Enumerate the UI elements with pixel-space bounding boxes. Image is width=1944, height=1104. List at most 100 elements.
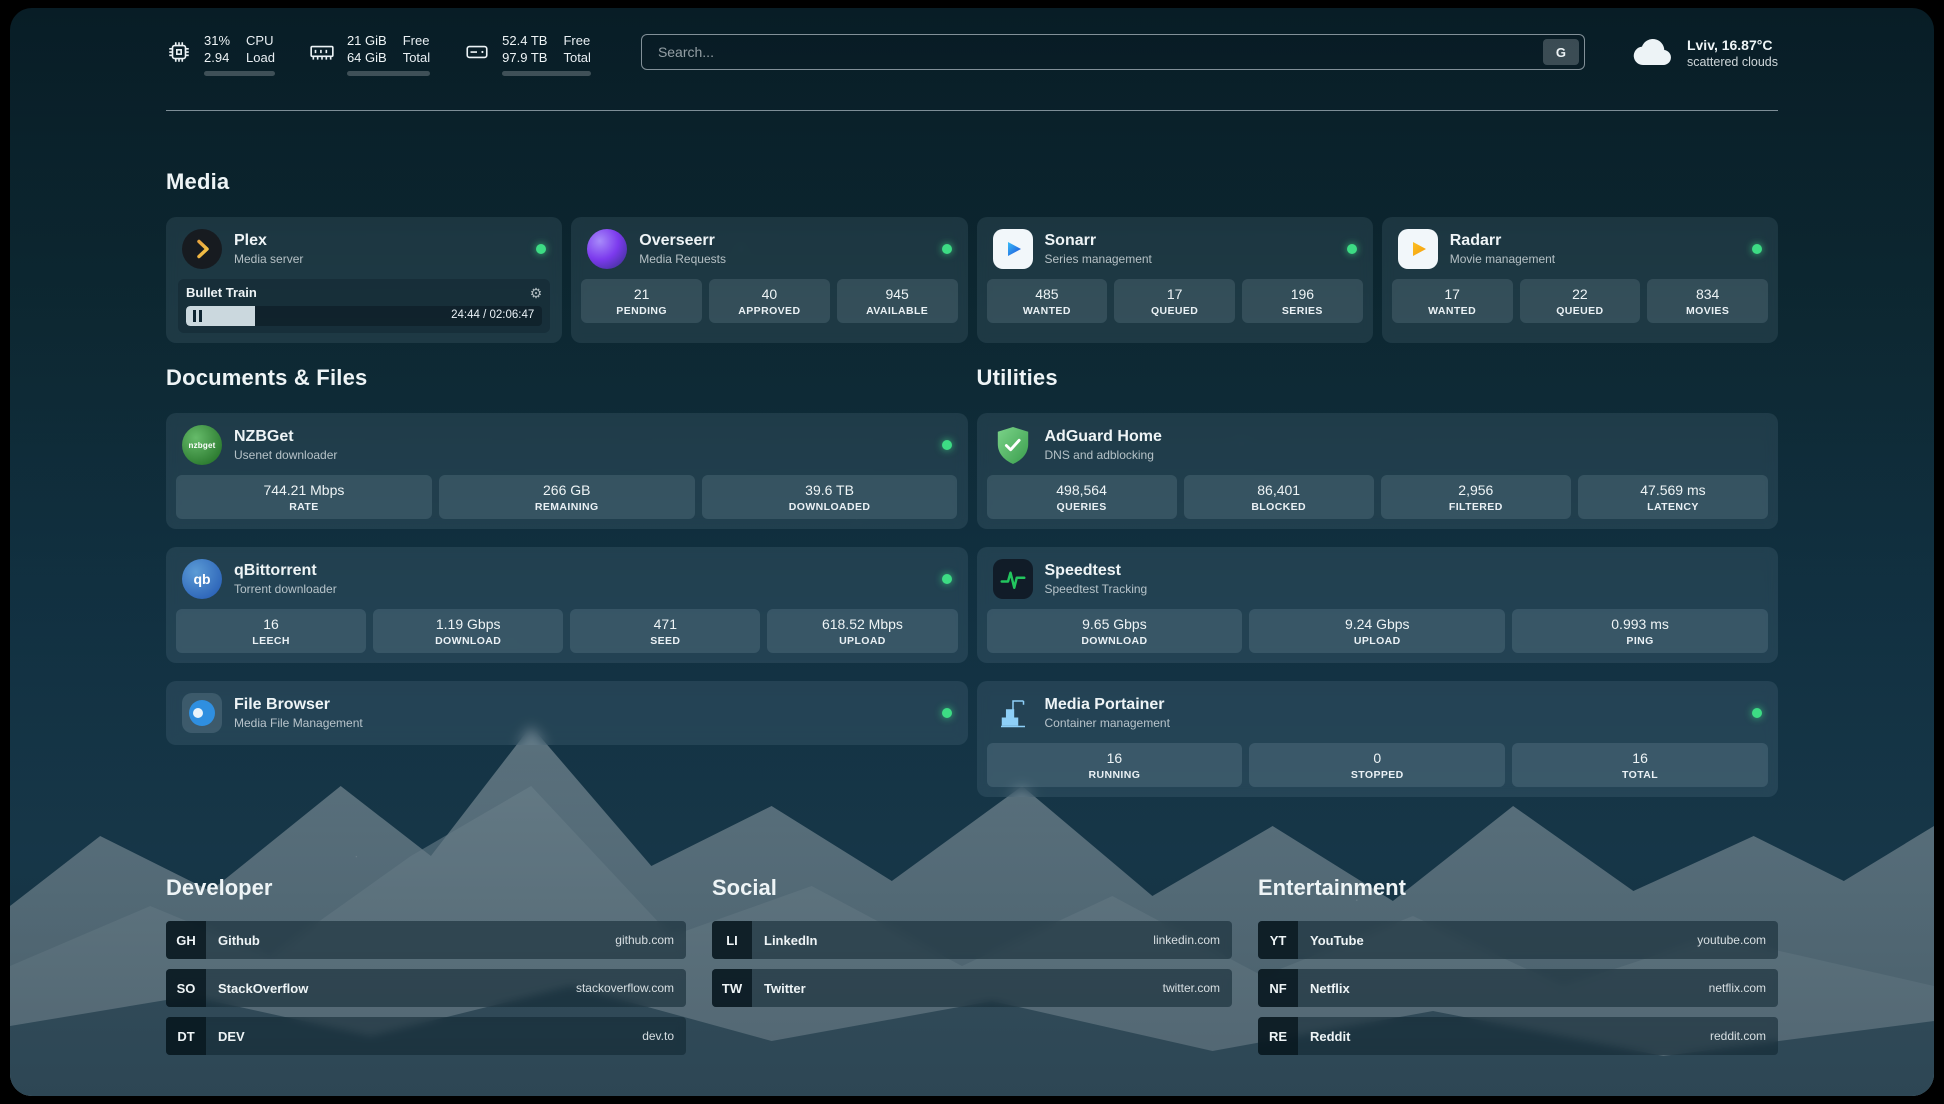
qbittorrent-stats: 16LEECH 1.19 GbpsDOWNLOAD 471SEED 618.52…	[166, 609, 968, 663]
sonarr-subtitle: Series management	[1045, 252, 1335, 267]
adguard-stats: 498,564QUERIES 86,401BLOCKED 2,956FILTER…	[977, 475, 1779, 529]
speedtest-icon	[993, 559, 1033, 599]
portainer-status-dot	[1752, 708, 1762, 718]
storage-total-value: 97.9 TB	[502, 50, 547, 66]
qbittorrent-icon: qb	[182, 559, 222, 599]
sonarr-icon	[993, 229, 1033, 269]
bookmark-linkedin[interactable]: LI LinkedIn linkedin.com	[712, 921, 1232, 959]
bookmark-dev[interactable]: DT DEV dev.to	[166, 1017, 686, 1055]
memory-free-value: 21 GiB	[347, 33, 387, 49]
portainer-stats: 16RUNNING 0STOPPED 16TOTAL	[977, 743, 1779, 797]
app-card-adguard[interactable]: AdGuard Home DNS and adblocking 498,564Q…	[977, 413, 1779, 529]
storage-icon	[464, 39, 490, 65]
filebrowser-subtitle: Media File Management	[234, 716, 930, 731]
plex-progress-bar[interactable]: 24:44 / 02:06:47	[186, 306, 542, 326]
stat-total: 16TOTAL	[1512, 743, 1768, 787]
app-card-sonarr[interactable]: Sonarr Series management 485WANTED 17QUE…	[977, 217, 1373, 343]
stat-latency: 47.569 msLATENCY	[1578, 475, 1768, 519]
cpu-load-label: Load	[246, 50, 275, 66]
stat-upload: 618.52 MbpsUPLOAD	[767, 609, 957, 653]
youtube-badge: YT	[1258, 921, 1298, 959]
nzbget-stats: 744.21 MbpsRATE 266 GBREMAINING 39.6 TBD…	[166, 475, 968, 529]
speedtest-stats: 9.65 GbpsDOWNLOAD 9.24 GbpsUPLOAD 0.993 …	[977, 609, 1779, 663]
app-card-qbittorrent[interactable]: qb qBittorrent Torrent downloader 16LEEC…	[166, 547, 968, 663]
app-card-nzbget[interactable]: nzbget NZBGet Usenet downloader 744.21 M…	[166, 413, 968, 529]
memory-widget: 21 GiB Free 64 GiB Total	[309, 33, 430, 76]
top-bar: 31% CPU 2.94 Load 21 GiB Free	[166, 30, 1778, 78]
weather-widget: Lviv, 16.87°C scattered clouds	[1631, 36, 1778, 70]
filebrowser-title: File Browser	[234, 695, 930, 715]
stat-seed: 471SEED	[570, 609, 760, 653]
gear-icon[interactable]: ⚙	[530, 286, 543, 300]
stat-wanted: 485WANTED	[987, 279, 1108, 323]
search-bar: G	[641, 34, 1585, 70]
nzbget-icon: nzbget	[182, 425, 222, 465]
stat-download: 9.65 GbpsDOWNLOAD	[987, 609, 1243, 653]
bookmark-netflix[interactable]: NF Netflix netflix.com	[1258, 969, 1778, 1007]
overseerr-stats: 21PENDING 40APPROVED 945AVAILABLE	[571, 279, 967, 333]
bookmark-group-social: Social LI LinkedIn linkedin.com TW Twitt…	[712, 875, 1232, 1065]
stat-approved: 40APPROVED	[709, 279, 830, 323]
stat-queued: 22QUEUED	[1520, 279, 1641, 323]
qbittorrent-subtitle: Torrent downloader	[234, 582, 930, 597]
section-title-documents: Documents & Files	[166, 365, 968, 391]
bookmark-group-developer: Developer GH Github github.com SO StackO…	[166, 875, 686, 1065]
speedtest-title: Speedtest	[1045, 561, 1763, 581]
speedtest-subtitle: Speedtest Tracking	[1045, 582, 1763, 597]
bookmark-reddit[interactable]: RE Reddit reddit.com	[1258, 1017, 1778, 1055]
qbittorrent-title: qBittorrent	[234, 561, 930, 581]
radarr-status-dot	[1752, 244, 1762, 254]
overseerr-subtitle: Media Requests	[639, 252, 929, 267]
memory-progress-track	[347, 71, 430, 76]
pause-icon[interactable]	[193, 310, 205, 322]
header-divider	[166, 110, 1778, 111]
bookmark-twitter[interactable]: TW Twitter twitter.com	[712, 969, 1232, 1007]
stat-movies: 834MOVIES	[1647, 279, 1768, 323]
section-documents: Documents & Files nzbget NZBGet Usenet d…	[166, 365, 968, 815]
section-title-developer: Developer	[166, 875, 686, 901]
stat-running: 16RUNNING	[987, 743, 1243, 787]
sonarr-title: Sonarr	[1045, 231, 1335, 251]
stat-downloaded: 39.6 TBDOWNLOADED	[702, 475, 958, 519]
overseerr-icon	[587, 229, 627, 269]
plex-now-playing: Bullet Train ⚙ 24:44 / 02:06:47	[178, 279, 550, 333]
app-card-radarr[interactable]: Radarr Movie management 17WANTED 22QUEUE…	[1382, 217, 1778, 343]
weather-location: Lviv, 16.87°C	[1687, 36, 1778, 54]
qbittorrent-status-dot	[942, 574, 952, 584]
stat-pending: 21PENDING	[581, 279, 702, 323]
stat-wanted: 17WANTED	[1392, 279, 1513, 323]
dev-badge: DT	[166, 1017, 206, 1055]
section-utilities: Utilities AdGuard	[977, 365, 1779, 815]
plex-icon	[182, 229, 222, 269]
nzbget-status-dot	[942, 440, 952, 450]
app-card-filebrowser[interactable]: File Browser Media File Management	[166, 681, 968, 745]
storage-free-label: Free	[563, 33, 590, 49]
app-card-portainer[interactable]: Media Portainer Container management 16R…	[977, 681, 1779, 797]
stat-remaining: 266 GBREMAINING	[439, 475, 695, 519]
memory-free-label: Free	[403, 33, 430, 49]
search-engine-button[interactable]: G	[1543, 39, 1579, 65]
app-card-speedtest[interactable]: Speedtest Speedtest Tracking 9.65 GbpsDO…	[977, 547, 1779, 663]
app-card-overseerr[interactable]: Overseerr Media Requests 21PENDING 40APP…	[571, 217, 967, 343]
stat-blocked: 86,401BLOCKED	[1184, 475, 1374, 519]
search-input[interactable]	[656, 43, 1543, 61]
github-badge: GH	[166, 921, 206, 959]
bookmark-github[interactable]: GH Github github.com	[166, 921, 686, 959]
cpu-usage-value: 31%	[204, 33, 230, 49]
bookmark-youtube[interactable]: YT YouTube youtube.com	[1258, 921, 1778, 959]
memory-total-label: Total	[403, 50, 430, 66]
plex-status-dot	[536, 244, 546, 254]
stackoverflow-badge: SO	[166, 969, 206, 1007]
radarr-title: Radarr	[1450, 231, 1740, 251]
reddit-badge: RE	[1258, 1017, 1298, 1055]
cloud-icon	[1631, 37, 1675, 69]
storage-progress-track	[502, 71, 591, 76]
radarr-subtitle: Movie management	[1450, 252, 1740, 267]
app-card-plex[interactable]: Plex Media server Bullet Train ⚙ 24:44 /…	[166, 217, 562, 343]
plex-subtitle: Media server	[234, 252, 524, 267]
twitter-badge: TW	[712, 969, 752, 1007]
nzbget-subtitle: Usenet downloader	[234, 448, 930, 463]
stat-leech: 16LEECH	[176, 609, 366, 653]
memory-icon	[309, 39, 335, 65]
bookmark-stackoverflow[interactable]: SO StackOverflow stackoverflow.com	[166, 969, 686, 1007]
